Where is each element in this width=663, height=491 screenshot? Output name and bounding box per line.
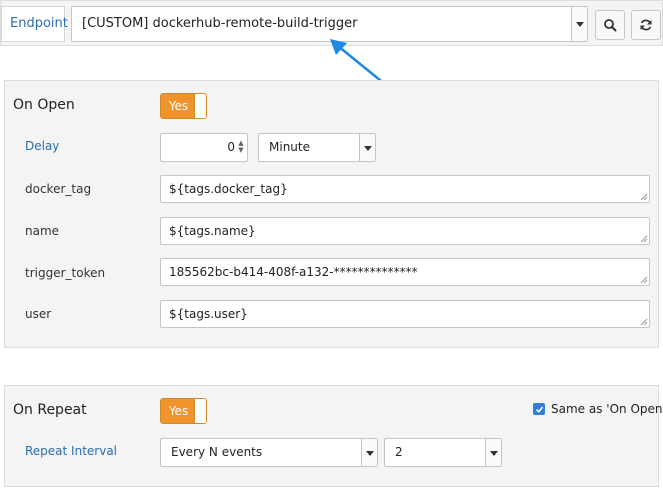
on-open-toggle[interactable]: Yes <box>160 93 207 119</box>
same-as-open-checkbox[interactable] <box>533 403 545 415</box>
endpoint-bar: Endpoint [CUSTOM] dockerhub-remote-build… <box>0 0 663 46</box>
docker-tag-value: ${tags.docker_tag} <box>169 182 288 196</box>
delay-input[interactable]: 0 ▲ ▼ <box>160 133 248 162</box>
on-open-toggle-label: Yes <box>161 94 196 118</box>
user-input[interactable]: ${tags.user} <box>160 300 650 328</box>
search-icon <box>604 19 617 32</box>
stepper-arrows-icon[interactable]: ▲ ▼ <box>237 140 245 154</box>
on-open-panel: On Open Yes Delay 0 ▲ ▼ Minute docker_tag… <box>4 80 659 348</box>
toggle-knob <box>194 399 206 423</box>
repeat-mode-select[interactable]: Every N events <box>160 438 378 467</box>
name-input[interactable]: ${tags.name} <box>160 217 650 245</box>
field-label-user: user <box>25 307 52 321</box>
resize-grip-icon[interactable] <box>639 317 648 326</box>
endpoint-label[interactable]: Endpoint <box>1 6 68 42</box>
checkmark-icon <box>535 405 543 413</box>
on-open-title: On Open <box>13 97 75 113</box>
trigger-token-value: 185562bc-b414-408f-a132-************** <box>169 265 418 279</box>
repeat-count-select[interactable]: 2 <box>384 438 502 467</box>
same-as-open-option[interactable]: Same as 'On Open' <box>533 402 663 416</box>
repeat-interval-label[interactable]: Repeat Interval <box>25 444 117 458</box>
endpoint-select[interactable]: [CUSTOM] dockerhub-remote-build-trigger <box>71 6 588 42</box>
delay-unit-value: Minute <box>269 140 310 154</box>
refresh-icon <box>640 19 652 31</box>
chevron-down-icon[interactable] <box>361 439 377 466</box>
user-value: ${tags.user} <box>169 307 248 321</box>
refresh-button[interactable] <box>631 10 661 40</box>
name-value: ${tags.name} <box>169 224 256 238</box>
same-as-open-label: Same as 'On Open' <box>551 402 663 416</box>
chevron-down-icon[interactable] <box>359 134 375 161</box>
chevron-down-icon[interactable] <box>571 7 587 41</box>
delay-label[interactable]: Delay <box>25 139 59 153</box>
trigger-token-input[interactable]: 185562bc-b414-408f-a132-************** <box>160 258 650 286</box>
field-label-name: name <box>25 224 60 238</box>
endpoint-selected-value: [CUSTOM] dockerhub-remote-build-trigger <box>82 16 358 31</box>
on-repeat-panel: On Repeat Yes Same as 'On Open' Repeat I… <box>4 385 663 487</box>
delay-value: 0 <box>227 140 235 154</box>
search-button[interactable] <box>595 10 625 40</box>
docker-tag-input[interactable]: ${tags.docker_tag} <box>160 175 650 203</box>
repeat-mode-value: Every N events <box>171 445 263 459</box>
delay-unit-select[interactable]: Minute <box>258 133 376 162</box>
toggle-knob <box>194 94 206 118</box>
on-repeat-title: On Repeat <box>13 402 87 418</box>
repeat-count-value: 2 <box>395 445 403 459</box>
resize-grip-icon[interactable] <box>639 234 648 243</box>
field-label-trigger-token: trigger_token <box>25 266 106 280</box>
field-label-docker-tag: docker_tag <box>25 182 92 196</box>
chevron-down-icon[interactable] <box>485 439 501 466</box>
resize-grip-icon[interactable] <box>639 192 648 201</box>
resize-grip-icon[interactable] <box>639 275 648 284</box>
on-repeat-toggle-label: Yes <box>161 399 196 423</box>
on-repeat-toggle[interactable]: Yes <box>160 398 207 424</box>
